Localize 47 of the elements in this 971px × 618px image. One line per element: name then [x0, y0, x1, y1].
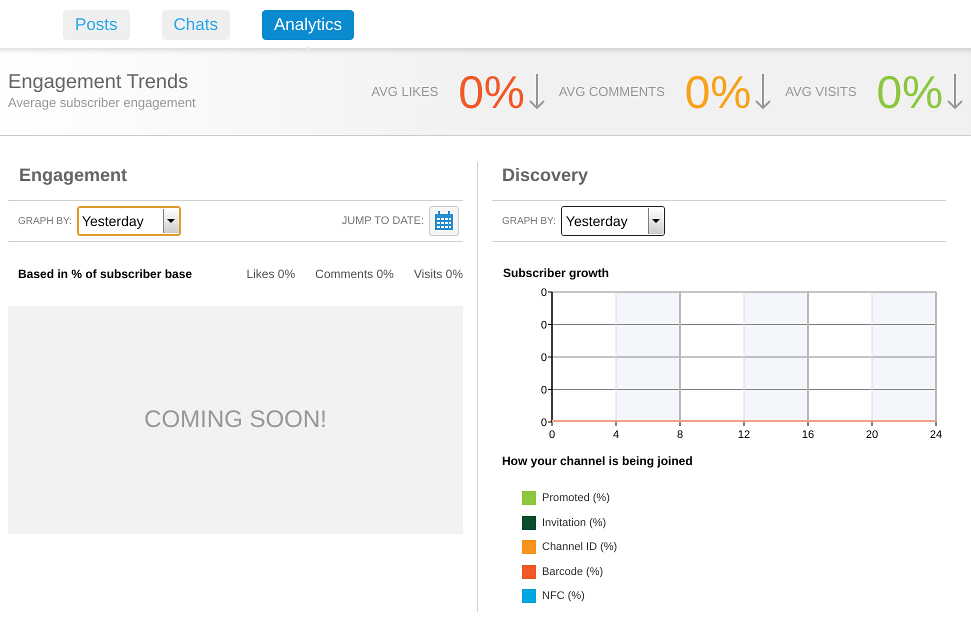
calendar-icon: [434, 211, 454, 231]
jump-to-date-label: JUMP TO DATE:: [342, 214, 424, 229]
legend-label: NFC (%): [542, 589, 585, 604]
x-tick-label: 4: [612, 429, 620, 441]
calendar-button[interactable]: [429, 206, 459, 236]
x-tick-label: 12: [738, 429, 750, 441]
section-title: Engagement Trends: [8, 70, 190, 93]
chart-title: Subscriber growth: [502, 265, 610, 282]
x-tick-label: 24: [930, 429, 942, 441]
nav-tab[interactable]: Chats: [162, 10, 230, 40]
coming-soon-text: COMING SOON!: [144, 405, 327, 435]
stat-label: AVG COMMENTS: [558, 82, 665, 101]
legend-label: Barcode (%): [542, 564, 604, 580]
metric-total: Likes 0%: [246, 266, 296, 283]
x-tick-label: 20: [866, 429, 878, 441]
y-tick-label: 0: [540, 384, 547, 396]
panel-title: Engagement: [18, 164, 128, 187]
legend-title: How your channel is being joined: [501, 453, 694, 470]
stat-label: AVG VISITS: [785, 82, 857, 101]
down-arrow-icon: [755, 74, 772, 110]
x-tick-label: 8: [676, 429, 684, 441]
y-tick-label: 0: [540, 352, 547, 364]
graph-by-label: GRAPH BY:: [18, 214, 72, 228]
down-arrow-icon: [528, 74, 545, 110]
metric-total: Visits 0%: [414, 266, 463, 283]
y-tick-label: 0: [540, 287, 547, 299]
x-tick-label: 0: [548, 429, 556, 441]
down-arrow-icon: [947, 74, 963, 110]
panel-title: Discovery: [501, 164, 590, 187]
graph-by-label: GRAPH BY:: [502, 214, 556, 228]
stat-value: 0%: [876, 66, 943, 116]
legend-label: Channel ID (%): [542, 540, 618, 555]
nav-tab[interactable]: Analytics: [262, 10, 354, 40]
chart-caption: Based in % of subscriber base: [18, 266, 192, 283]
period-dropdown[interactable]: Yesterday: [76, 206, 181, 236]
x-tick-label: 16: [802, 429, 814, 441]
section-subtitle: Average subscriber engagement: [8, 94, 196, 112]
stat-value: 0%: [684, 66, 752, 116]
period-dropdown[interactable]: Yesterday: [560, 206, 665, 236]
metric-total: Comments 0%: [315, 266, 394, 283]
y-tick-label: 0: [540, 417, 547, 429]
stat-value: 0%: [458, 66, 525, 116]
y-tick-label: 0: [540, 320, 547, 332]
nav-tab[interactable]: Posts: [63, 10, 130, 40]
legend-label: Invitation (%): [542, 516, 606, 530]
legend-label: Promoted (%): [542, 491, 610, 506]
stat-label: AVG LIKES: [371, 82, 438, 101]
